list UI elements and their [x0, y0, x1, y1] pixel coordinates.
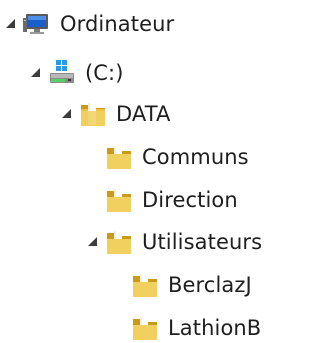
tree-item-label: LathionB	[168, 316, 262, 340]
folder-icon	[104, 185, 134, 215]
folder-icon	[104, 142, 134, 172]
tree-item-lathionb[interactable]: LathionB	[112, 308, 261, 343]
folder-icon	[104, 227, 134, 257]
expanded-arrow-icon[interactable]	[4, 18, 16, 30]
expanded-arrow-icon[interactable]	[60, 108, 72, 120]
folder-tree: Ordinateur (C:) DATA Communs Direction U…	[0, 0, 286, 343]
expanded-arrow-icon[interactable]	[86, 236, 98, 248]
tree-item-label: Utilisateurs	[142, 230, 263, 254]
tree-item-berclazj[interactable]: BerclazJ	[112, 265, 252, 305]
tree-item-direction[interactable]: Direction	[86, 180, 238, 220]
tree-item-label: DATA	[116, 102, 171, 126]
expanded-arrow-icon[interactable]	[29, 67, 41, 79]
tree-item-drive-c[interactable]: (C:)	[29, 53, 124, 93]
tree-item-label: Ordinateur	[60, 12, 175, 36]
tree-item-label: Direction	[142, 188, 238, 212]
tree-item-ordinateur[interactable]: Ordinateur	[4, 4, 174, 44]
computer-icon	[22, 9, 52, 39]
folder-icon	[78, 99, 108, 129]
tree-item-label: BerclazJ	[168, 273, 252, 297]
drive-icon	[47, 58, 77, 88]
tree-item-label: Communs	[142, 145, 249, 169]
tree-item-utilisateurs[interactable]: Utilisateurs	[86, 222, 262, 262]
folder-icon	[130, 270, 160, 300]
tree-item-label: (C:)	[85, 61, 124, 85]
folder-icon	[130, 313, 160, 343]
tree-item-data[interactable]: DATA	[60, 94, 171, 134]
tree-item-communs[interactable]: Communs	[86, 137, 249, 177]
